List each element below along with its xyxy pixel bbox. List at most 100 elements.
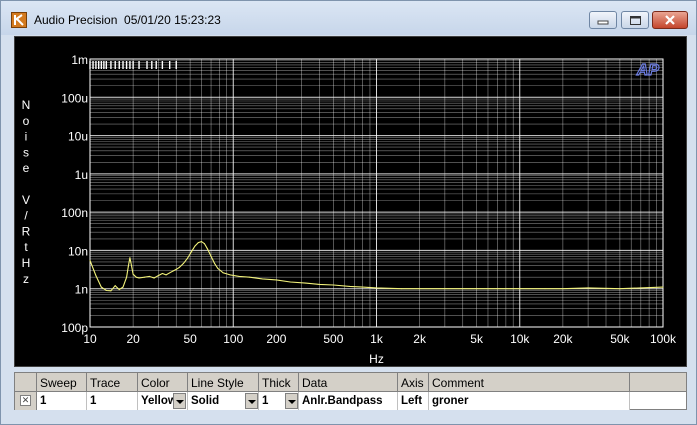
noise-spectrum-graph[interactable]: 1m100u10u1u100n10n1n100p10 20 50 100 200 500 1…: [15, 37, 686, 366]
row-enable-checkbox[interactable]: ✕: [20, 395, 31, 406]
noise-trace-point: [332, 284, 334, 286]
noise-trace-point: [172, 270, 174, 272]
noise-trace-point: [222, 272, 224, 274]
noise-trace-point: [178, 266, 180, 268]
thick-dropdown-arrow-icon[interactable]: [285, 393, 298, 409]
column-header-thick[interactable]: Thick: [259, 373, 299, 392]
noise-trace-point: [127, 266, 129, 268]
close-button[interactable]: [652, 11, 688, 29]
noise-trace-point: [544, 288, 546, 290]
cell-trace[interactable]: 1: [87, 392, 138, 410]
audio-precision-app-icon[interactable]: [11, 12, 27, 28]
x-tick-label: 50k: [610, 332, 630, 346]
y-axis-label-letter: V: [22, 193, 30, 207]
y-axis-label-letter: o: [23, 114, 30, 128]
trace-table: Sweep Trace Color Line Style Thick Data …: [14, 372, 687, 410]
maximize-icon: [630, 16, 641, 25]
close-icon: [665, 15, 675, 25]
noise-trace-point: [153, 277, 155, 279]
cell-comment[interactable]: groner: [429, 392, 630, 410]
noise-trace-point: [376, 287, 377, 289]
noise-trace-point: [444, 288, 446, 290]
x-axis-label: Hz: [369, 352, 384, 366]
noise-trace-point: [175, 268, 177, 270]
noise-trace-point: [126, 276, 128, 278]
noise-trace-point: [169, 272, 171, 274]
noise-trace-point: [118, 289, 120, 291]
ap-logo-icon: AP: [636, 62, 660, 79]
column-header-sweep[interactable]: Sweep: [37, 373, 87, 392]
y-axis-label-letter: R: [22, 224, 31, 238]
column-header-comment[interactable]: Comment: [429, 373, 630, 392]
title-bar[interactable]: Audio Precision 05/01/20 15:23:23: [1, 1, 696, 35]
noise-trace-point: [161, 272, 163, 274]
noise-trace-point: [214, 262, 216, 264]
x-tick-label: 50: [183, 332, 197, 346]
column-header-trace[interactable]: Trace: [87, 373, 138, 392]
noise-trace-point: [419, 288, 421, 290]
noise-trace-point: [187, 257, 189, 259]
y-axis-label-letter: z: [23, 272, 29, 286]
noise-trace-point: [183, 262, 185, 264]
cell-axis[interactable]: Left: [398, 392, 429, 410]
minimize-button[interactable]: [589, 11, 617, 29]
noise-trace-point: [476, 288, 478, 290]
x-tick-label: 2k: [413, 332, 427, 346]
row-selector[interactable]: ✕: [15, 392, 37, 410]
noise-trace-point: [662, 286, 664, 288]
cell-data[interactable]: Anlr.Bandpass: [299, 392, 398, 410]
noise-trace-point: [349, 285, 351, 287]
noise-trace-point: [619, 288, 621, 290]
noise-trace-point: [200, 241, 202, 243]
noise-trace-point: [204, 243, 206, 245]
noise-trace-point: [217, 267, 219, 269]
column-header-line-style[interactable]: Line Style: [188, 373, 259, 392]
column-header-color[interactable]: Color: [138, 373, 188, 392]
noise-trace-point: [362, 286, 364, 288]
noise-trace-point: [401, 288, 403, 290]
x-tick-label: 1k: [370, 332, 384, 346]
column-header-data[interactable]: Data: [299, 373, 398, 392]
noise-trace-point: [587, 287, 589, 289]
noise-trace-point: [210, 255, 212, 257]
noise-trace-point: [229, 274, 231, 276]
x-tick-label: 100k: [650, 332, 677, 346]
noise-trace-point: [318, 283, 320, 285]
noise-trace-point: [95, 275, 97, 277]
table-corner: [15, 373, 37, 392]
y-axis-label-letter: H: [22, 256, 31, 270]
y-axis-label-letter: s: [23, 145, 29, 159]
x-tick-label: 10k: [510, 332, 530, 346]
y-tick-label: 10u: [68, 130, 88, 144]
noise-trace-point: [122, 286, 124, 288]
y-tick-label: 1n: [75, 283, 88, 297]
noise-trace-point: [190, 251, 192, 253]
x-tick-label: 20: [126, 332, 140, 346]
x-tick-label: 500: [323, 332, 343, 346]
noise-trace-point: [497, 288, 499, 290]
x-tick-label: 5k: [470, 332, 484, 346]
column-header-axis[interactable]: Axis: [398, 373, 429, 392]
noise-trace-point: [249, 276, 251, 278]
color-dropdown-arrow-icon[interactable]: [173, 393, 186, 409]
noise-trace-point: [289, 281, 291, 283]
noise-trace-point: [275, 279, 277, 281]
y-axis-label-letter: t: [24, 240, 28, 254]
graph-panel[interactable]: 1m 100u 10u 1u 100n 10n 1n 100p 10 20 50 100 200 500 1…: [14, 36, 687, 367]
noise-trace-point: [148, 275, 150, 277]
y-tick-label: 1u: [75, 168, 88, 182]
noise-trace-point: [89, 259, 91, 261]
noise-trace-point: [132, 273, 134, 275]
maximize-button[interactable]: [621, 11, 649, 29]
line-style-dropdown-arrow-icon[interactable]: [245, 393, 258, 409]
window-title: Audio Precision 05/01/20 15:23:23: [34, 13, 221, 27]
y-tick-label: 1m: [71, 53, 88, 67]
y-axis-label-letter: e: [23, 161, 30, 175]
cell-sweep[interactable]: 1: [37, 392, 87, 410]
noise-trace-point: [261, 278, 263, 280]
noise-trace-point: [105, 289, 107, 291]
noise-trace-point: [131, 265, 133, 267]
x-tick-label: 100: [223, 332, 243, 346]
noise-trace-point: [138, 277, 140, 279]
noise-trace-point: [135, 276, 137, 278]
